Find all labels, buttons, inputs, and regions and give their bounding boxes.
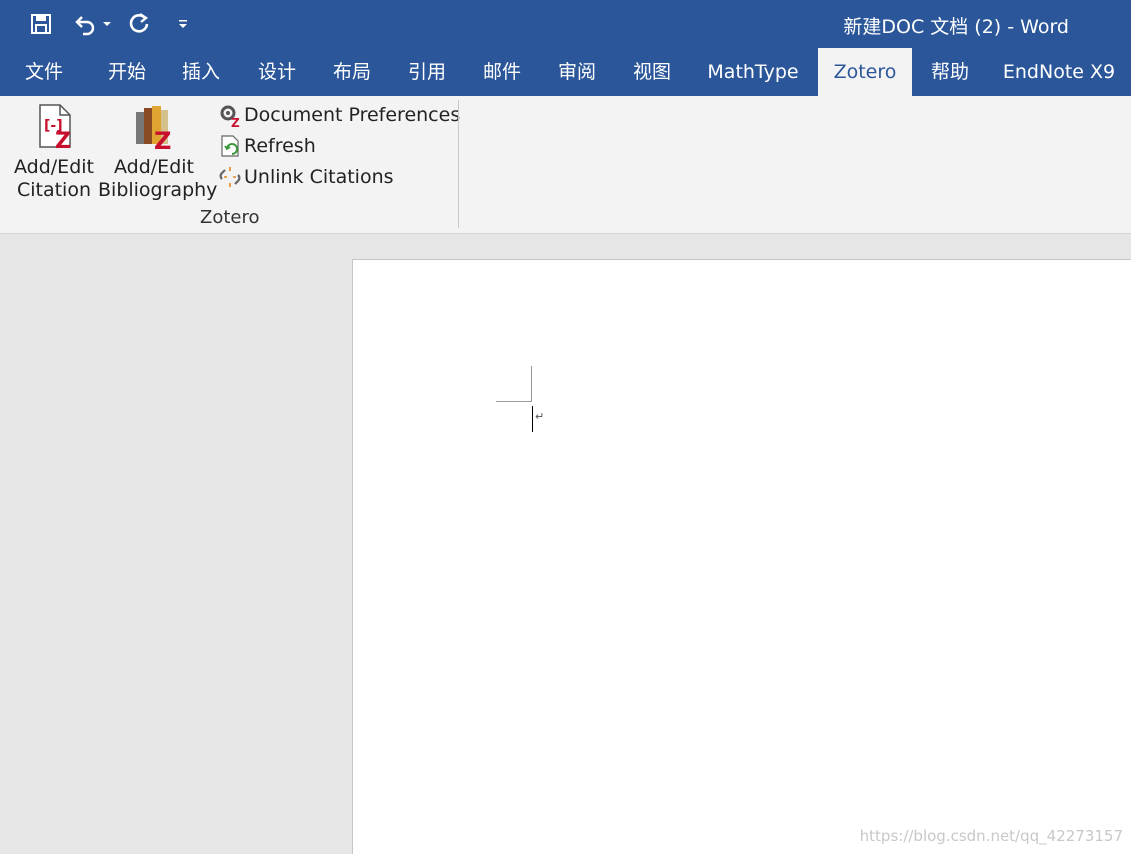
- customize-qat-icon[interactable]: [176, 10, 190, 38]
- add-edit-citation-button[interactable]: [-] Z Add/Edit Citation: [10, 102, 98, 202]
- unlink-citations-button[interactable]: Unlink Citations: [218, 163, 394, 191]
- tab-endnote[interactable]: EndNote X9: [992, 48, 1126, 96]
- tab-view[interactable]: 视图: [619, 48, 685, 96]
- refresh-icon: [221, 135, 239, 157]
- ribbon-tab-bar: 文件 开始 插入 设计 布局 引用 邮件 审阅 视图 MathType Zote…: [0, 48, 1131, 96]
- refresh-label: Refresh: [244, 135, 316, 157]
- svg-text:Z: Z: [55, 129, 71, 150]
- tab-layout[interactable]: 布局: [319, 48, 385, 96]
- unlink-citations-label: Unlink Citations: [244, 166, 394, 188]
- redo-icon[interactable]: [126, 10, 154, 38]
- tab-mathtype[interactable]: MathType: [696, 48, 810, 96]
- tab-file[interactable]: 文件: [10, 48, 78, 96]
- refresh-button[interactable]: Refresh: [218, 132, 316, 160]
- document-preferences-label: Document Preferences: [244, 104, 461, 126]
- tab-zotero[interactable]: Zotero: [818, 48, 912, 96]
- add-citation-icon: [-] Z: [39, 104, 71, 154]
- margin-crop-mark-vertical: [531, 366, 532, 402]
- add-citation-label-line2: Citation: [16, 179, 92, 201]
- tab-references[interactable]: 引用: [394, 48, 460, 96]
- document-page[interactable]: ↵: [352, 259, 1131, 854]
- group-separator: [458, 100, 459, 228]
- document-area[interactable]: ↵ https://blog.csdn.net/qq_42273157: [0, 234, 1131, 854]
- ribbon-group-label: Zotero: [200, 207, 260, 228]
- gear-icon: Z: [220, 105, 240, 127]
- add-bibliography-label-line2: Bibliography: [98, 179, 218, 201]
- undo-icon[interactable]: [72, 10, 98, 38]
- tab-home[interactable]: 开始: [94, 48, 160, 96]
- tab-insert[interactable]: 插入: [168, 48, 234, 96]
- add-bibliography-label-line1: Add/Edit: [114, 156, 194, 178]
- tab-help[interactable]: 帮助: [918, 48, 982, 96]
- tab-review[interactable]: 审阅: [544, 48, 610, 96]
- svg-text:Z: Z: [154, 127, 171, 150]
- watermark: https://blog.csdn.net/qq_42273157: [859, 827, 1123, 845]
- paragraph-mark: ↵: [535, 410, 545, 423]
- tab-design[interactable]: 设计: [244, 48, 310, 96]
- save-icon[interactable]: [28, 10, 54, 38]
- add-citation-label-line1: Add/Edit: [14, 156, 94, 178]
- tab-mailings[interactable]: 邮件: [469, 48, 535, 96]
- document-preferences-button[interactable]: Z Document Preferences: [218, 101, 460, 129]
- window-title: 新建DOC 文档 (2) - Word: [843, 16, 1069, 38]
- undo-dropdown-icon[interactable]: [100, 10, 114, 38]
- unlink-icon: [219, 167, 241, 187]
- bibliography-books-icon: Z: [136, 106, 171, 155]
- margin-crop-mark-horizontal: [496, 401, 532, 402]
- title-bar: 新建DOC 文档 (2) - Word: [0, 0, 1131, 48]
- text-cursor: [532, 406, 533, 432]
- svg-text:Z: Z: [231, 116, 240, 127]
- ribbon-zotero: [-] Z Add/Edit Citation Z Add/Edit Bibli…: [0, 96, 1131, 234]
- add-edit-bibliography-button[interactable]: Z Add/Edit Bibliography: [98, 102, 218, 202]
